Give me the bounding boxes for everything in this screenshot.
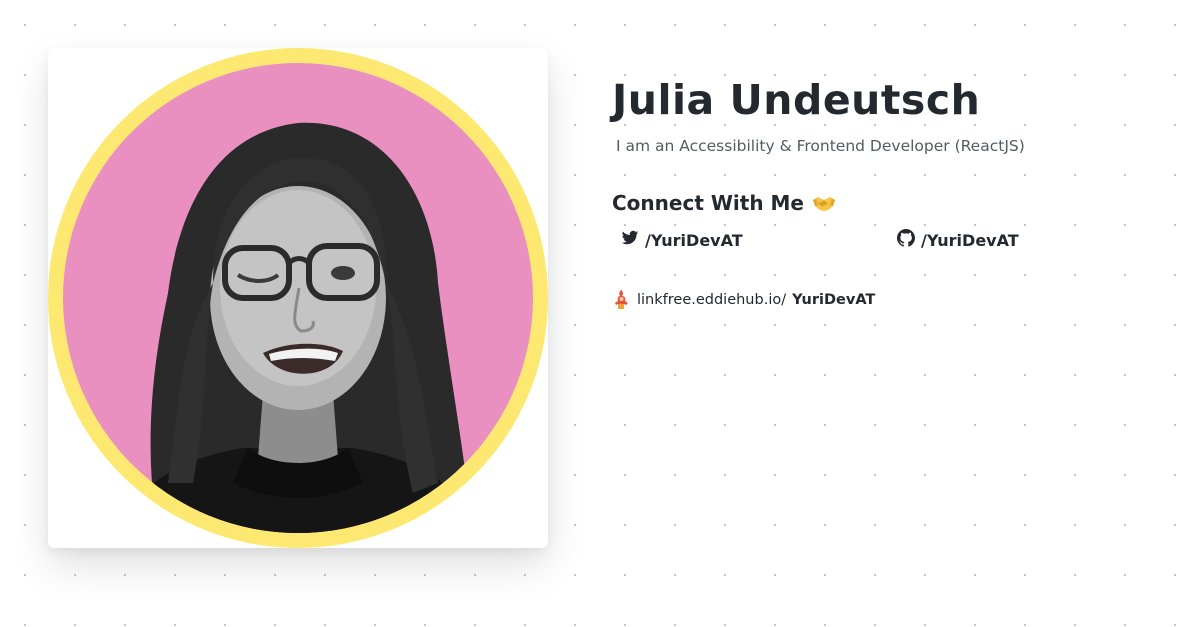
linkfree-username: YuriDevAT bbox=[792, 292, 876, 308]
avatar-photo bbox=[123, 122, 478, 533]
twitter-link[interactable]: /YuriDevAT bbox=[621, 229, 897, 251]
twitter-handle: /YuriDevAT bbox=[645, 230, 743, 250]
github-octocat-icon bbox=[897, 229, 915, 251]
social-links: /YuriDevAT /YuriDevAT bbox=[612, 229, 1172, 251]
handshake-icon bbox=[812, 191, 836, 215]
linkfree-profile-link[interactable]: linkfree.eddiehub.io/ YuriDevAT bbox=[612, 289, 1172, 311]
profile-name: Julia Undeutsch bbox=[612, 76, 981, 124]
github-handle: /YuriDevAT bbox=[921, 230, 1019, 250]
twitter-bird-icon bbox=[621, 229, 639, 251]
connect-heading-text: Connect With Me bbox=[612, 191, 804, 215]
avatar-card bbox=[48, 48, 548, 548]
linkfree-logo-icon bbox=[612, 289, 631, 311]
profile-info: Julia Undeutsch I am an Accessibility & … bbox=[612, 76, 1172, 311]
github-link[interactable]: /YuriDevAT bbox=[897, 229, 1019, 251]
connect-heading: Connect With Me bbox=[612, 191, 1172, 215]
profile-bio: I am an Accessibility & Frontend Develop… bbox=[616, 137, 1025, 155]
avatar-ring bbox=[48, 48, 548, 548]
avatar bbox=[63, 63, 533, 533]
linkfree-domain: linkfree.eddiehub.io/ bbox=[637, 292, 787, 308]
